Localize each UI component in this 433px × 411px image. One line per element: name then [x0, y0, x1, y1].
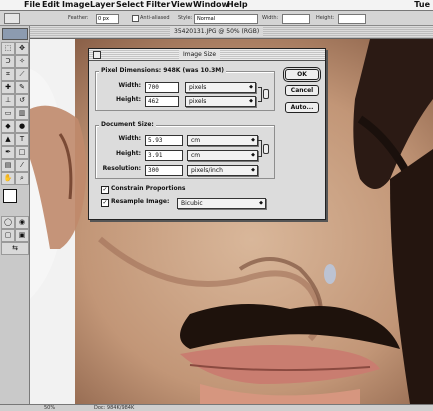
menu-filter[interactable]: Filter [146, 0, 170, 10]
resample-method-select[interactable]: Bicubic ◆ [177, 198, 266, 209]
dialog-title: Image Size [179, 50, 221, 59]
menu-clock: Tue [414, 0, 430, 9]
quickmask-mode-icon[interactable]: ◉ [15, 216, 29, 229]
image-size-dialog: Image Size Pixel Dimensions: 948K (was 1… [88, 48, 326, 220]
pixel-dimensions-label: Pixel Dimensions: 948K (was 10.3M) [99, 67, 227, 75]
px-height-unit-select[interactable]: pixels ◆ [185, 96, 256, 107]
close-box-icon[interactable] [93, 51, 101, 59]
zoom-icon[interactable]: ⌕ [15, 172, 29, 185]
document-title-bar[interactable]: 35420131.JPG @ 50% (RGB) [30, 26, 433, 39]
menu-view[interactable]: View [171, 0, 193, 10]
doc-height-unit-select[interactable]: cm ◆ [187, 150, 258, 161]
menu-help[interactable]: Help [227, 0, 248, 10]
document-link-bracket [258, 140, 262, 157]
px-width-input[interactable]: 700 [145, 82, 179, 93]
screen-mode-icon[interactable]: ▢ [1, 229, 15, 242]
menu-image[interactable]: Image [62, 0, 90, 10]
standard-mode-icon[interactable]: ◯ [1, 216, 15, 229]
slice-icon[interactable]: ⟋ [15, 68, 29, 81]
notes-icon[interactable]: ▤ [1, 159, 15, 172]
menu-file[interactable]: File [24, 0, 40, 10]
feather-input[interactable]: 0 px [96, 14, 119, 24]
width-label: Width: [262, 15, 279, 21]
px-height-input[interactable]: 462 [145, 96, 179, 107]
px-height-label: Height: [116, 96, 141, 103]
magic-wand-icon[interactable]: ✧ [15, 55, 29, 68]
zoom-level[interactable]: 50% [44, 405, 55, 411]
menu-select[interactable]: Select [116, 0, 144, 10]
style-label: Style: [178, 15, 193, 21]
eyedropper-icon[interactable]: ⁄ [15, 159, 29, 172]
antialias-checkbox[interactable] [132, 15, 139, 22]
style-select[interactable]: Normal [194, 14, 258, 24]
auto-button[interactable]: Auto... [285, 102, 319, 113]
eraser-icon[interactable]: ▭ [1, 107, 15, 120]
shape-icon[interactable]: □ [15, 146, 29, 159]
resample-image-label: Resample Image: [111, 198, 170, 205]
menu-bar: File Edit Image Layer Select Filter View… [0, 0, 433, 11]
height-label: Height: [316, 15, 335, 21]
ok-button[interactable]: OK [285, 69, 319, 80]
pixel-link-bracket [258, 87, 262, 102]
dialog-title-bar[interactable]: Image Size [89, 49, 325, 61]
dodge-icon[interactable]: ● [15, 120, 29, 133]
menu-window[interactable]: Window [193, 0, 229, 10]
width-input[interactable] [282, 14, 310, 24]
menu-edit[interactable]: Edit [42, 0, 60, 10]
toolbox: ⬚ ✥ ᑐ ✧ ⌗ ⟋ ✚ ✎ ⊥ ↺ ▭ ▥ ◆ ● ▲ T ✒ □ ▤ ⁄ … [0, 26, 30, 404]
px-width-unit-select[interactable]: pixels ◆ [185, 82, 256, 93]
chain-link-icon [263, 89, 269, 99]
resolution-unit-select[interactable]: pixels/inch ◆ [187, 165, 258, 176]
doc-height-input[interactable]: 3.91 [145, 150, 183, 161]
blur-icon[interactable]: ◆ [1, 120, 15, 133]
crop-icon[interactable]: ⌗ [1, 68, 15, 81]
doc-height-label: Height: [116, 150, 141, 157]
doc-width-input[interactable]: 5.93 [145, 135, 183, 146]
document-size-label: Document Size: [99, 121, 156, 129]
marquee-icon[interactable]: ⬚ [1, 42, 15, 55]
document-size: Doc: 984K/984K [94, 405, 135, 411]
imageready-icon[interactable]: ⇆ [1, 242, 29, 255]
gradient-icon[interactable]: ▥ [15, 107, 29, 120]
document-title: 35420131.JPG @ 50% (RGB) [170, 27, 264, 37]
fullscreen-mode-icon[interactable]: ▣ [15, 229, 29, 242]
px-width-label: Width: [118, 82, 141, 89]
toolbox-logo [2, 28, 28, 40]
constrain-proportions-label: Constrain Proportions [111, 185, 186, 192]
resample-image-checkbox[interactable]: ✓ [101, 199, 109, 207]
hand-icon[interactable]: ✋ [1, 172, 15, 185]
brush-icon[interactable]: ✎ [15, 81, 29, 94]
height-input[interactable] [338, 14, 366, 24]
foreground-color-swatch[interactable] [3, 189, 17, 203]
menu-layer[interactable]: Layer [90, 0, 115, 10]
lasso-icon[interactable]: ᑐ [1, 55, 15, 68]
pen-icon[interactable]: ✒ [1, 146, 15, 159]
doc-width-label: Width: [118, 135, 141, 142]
healing-icon[interactable]: ✚ [1, 81, 15, 94]
stamp-icon[interactable]: ⊥ [1, 94, 15, 107]
doc-chain-link-icon [263, 144, 269, 154]
antialias-label: Anti-aliased [140, 15, 170, 21]
type-icon[interactable]: T [15, 133, 29, 146]
doc-width-unit-select[interactable]: cm ◆ [187, 135, 258, 146]
resolution-label: Resolution: [102, 165, 141, 172]
move-icon[interactable]: ✥ [15, 42, 29, 55]
feather-label: Feather: [68, 15, 89, 21]
resolution-input[interactable]: 300 [145, 165, 183, 176]
marquee-tool-icon[interactable] [4, 13, 20, 24]
history-brush-icon[interactable]: ↺ [15, 94, 29, 107]
cancel-button[interactable]: Cancel [285, 85, 319, 96]
constrain-proportions-checkbox[interactable]: ✓ [101, 186, 109, 194]
path-select-icon[interactable]: ▲ [1, 133, 15, 146]
options-bar: Feather: 0 px Anti-aliased Style: Normal… [0, 11, 433, 26]
